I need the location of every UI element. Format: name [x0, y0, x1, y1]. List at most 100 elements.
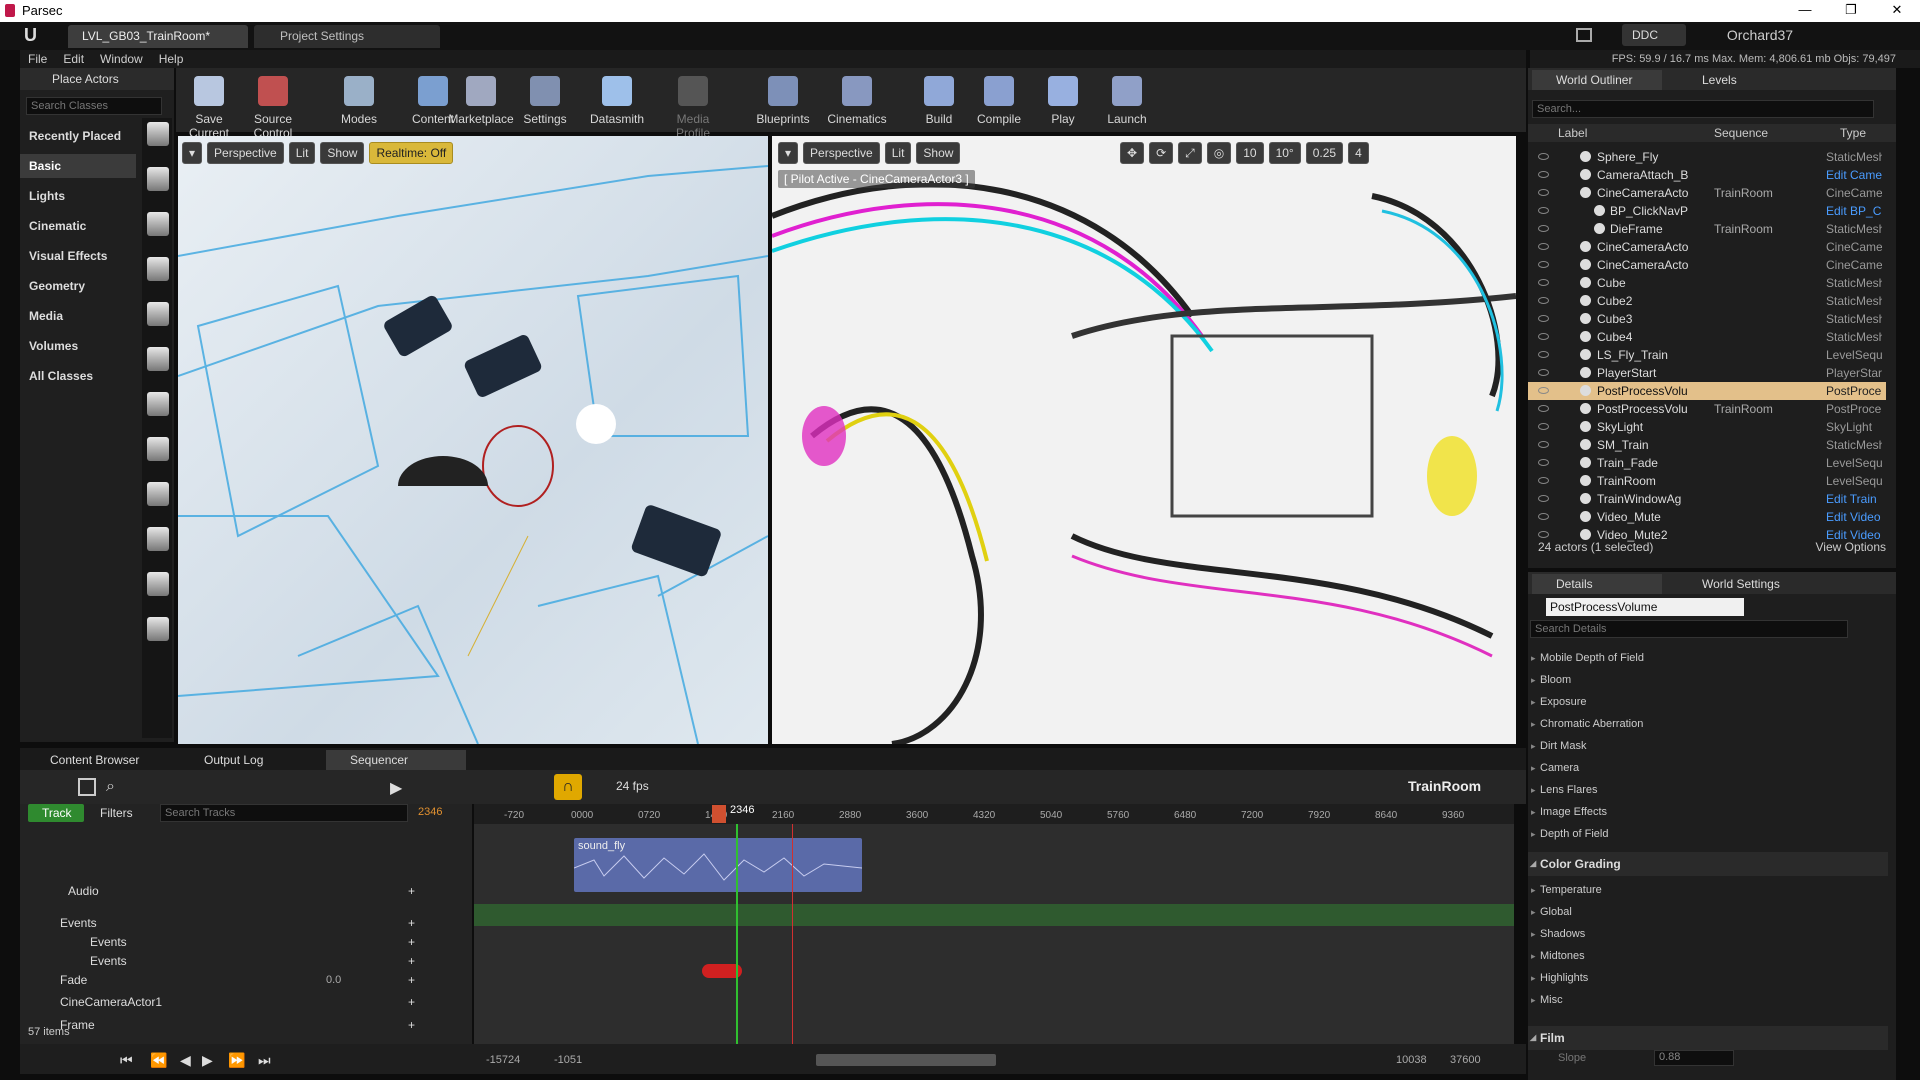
outliner-row[interactable]: CameraAttach_B Edit Came: [1528, 166, 1886, 184]
source-control-button[interactable]: Source Control: [240, 74, 306, 140]
col-sequence[interactable]: Sequence: [1714, 126, 1768, 140]
category-cinematic[interactable]: Cinematic: [20, 214, 136, 238]
viewport-perspective-right[interactable]: ▾ Perspective Lit Show ✥ ⟳ ⤢ ◎ 10 10° 0.…: [772, 136, 1516, 744]
play-icon[interactable]: ▶: [202, 1052, 213, 1069]
compile-button[interactable]: Compile: [966, 74, 1032, 132]
view-options-button[interactable]: View Options: [1816, 536, 1886, 558]
track-row[interactable]: Audio +: [20, 880, 472, 902]
modes-button[interactable]: Modes: [326, 74, 392, 132]
camera-speed-value[interactable]: 4: [1348, 142, 1369, 164]
col-label[interactable]: Label: [1558, 126, 1587, 140]
visibility-eye-icon[interactable]: [1538, 495, 1549, 502]
add-key-icon[interactable]: +: [408, 969, 415, 991]
category-lights[interactable]: Lights: [20, 184, 136, 208]
track-row[interactable]: Frame +: [20, 1014, 472, 1036]
visibility-eye-icon[interactable]: [1538, 369, 1549, 376]
detail-midtones[interactable]: Midtones: [1528, 946, 1888, 966]
outliner-row[interactable]: BP_ClickNavP Edit BP_C: [1528, 202, 1886, 220]
category-film[interactable]: Film: [1528, 1026, 1888, 1050]
play-reverse-icon[interactable]: ◀: [180, 1052, 191, 1069]
close-button[interactable]: ✕: [1874, 0, 1920, 22]
events-track-lane[interactable]: [474, 904, 1514, 926]
scale-snap-value[interactable]: 0.25: [1305, 142, 1344, 164]
outliner-row[interactable]: Cube3 StaticMesh: [1528, 310, 1886, 328]
step-forward-icon[interactable]: ⏩: [228, 1052, 245, 1069]
visibility-eye-icon[interactable]: [1538, 387, 1549, 394]
outliner-row[interactable]: CineCameraActo CineCame: [1528, 238, 1886, 256]
detail-shadows[interactable]: Shadows: [1528, 924, 1888, 944]
viewport-perspective-left[interactable]: ▾ Perspective Lit Show Realtime: Off: [178, 136, 768, 744]
outliner-search-input[interactable]: Search...: [1532, 100, 1874, 118]
detail-camera[interactable]: Camera: [1528, 758, 1888, 778]
play-button[interactable]: Play: [1030, 74, 1096, 132]
actor-type-icon[interactable]: [147, 617, 169, 641]
category-color-grading[interactable]: Color Grading: [1528, 852, 1888, 876]
outliner-row[interactable]: Train_Fade LevelSequ: [1528, 454, 1886, 472]
search-tracks-input[interactable]: Search Tracks: [160, 804, 408, 822]
actor-type-icon[interactable]: [147, 347, 169, 371]
play-options-icon[interactable]: ▶: [390, 778, 402, 798]
track-value[interactable]: 0.0: [326, 969, 341, 991]
view-start[interactable]: -1051: [554, 1054, 582, 1066]
ddc-button[interactable]: DDC: [1622, 24, 1686, 46]
add-key-icon[interactable]: +: [408, 1014, 415, 1036]
actor-type[interactable]: Edit BP_C: [1826, 202, 1882, 220]
save-button[interactable]: Save Current: [176, 74, 242, 140]
range-end[interactable]: 37600: [1450, 1054, 1481, 1066]
outliner-row[interactable]: SM_Train StaticMesh: [1528, 436, 1886, 454]
category-recently-placed[interactable]: Recently Placed: [20, 124, 136, 148]
search-classes-input[interactable]: Search Classes: [26, 97, 162, 115]
detail-lens-flares[interactable]: Lens Flares: [1528, 780, 1888, 800]
outliner-row[interactable]: TrainWindowAg Edit Train: [1528, 490, 1886, 508]
scale-tool-icon[interactable]: ⤢: [1178, 142, 1202, 164]
actor-type-icon[interactable]: [147, 212, 169, 236]
visibility-eye-icon[interactable]: [1538, 441, 1549, 448]
outliner-row[interactable]: Cube2 StaticMesh: [1528, 292, 1886, 310]
outliner-row[interactable]: Video_Mute Edit Video: [1528, 508, 1886, 526]
visibility-eye-icon[interactable]: [1538, 225, 1549, 232]
outliner-row[interactable]: CineCameraActo CineCame: [1528, 256, 1886, 274]
show-button[interactable]: Show: [320, 142, 365, 164]
tab-details[interactable]: Details: [1532, 574, 1662, 594]
tab-level[interactable]: LVL_GB03_TrainRoom*: [68, 25, 248, 48]
actor-type[interactable]: Edit Video: [1826, 508, 1882, 526]
category-visual-effects[interactable]: Visual Effects: [20, 244, 136, 268]
visibility-eye-icon[interactable]: [1538, 513, 1549, 520]
menu-file[interactable]: File: [20, 50, 55, 68]
tab-sequencer[interactable]: Sequencer: [326, 750, 466, 770]
media-profile-button[interactable]: Media Profile: [660, 74, 726, 140]
category-basic[interactable]: Basic: [20, 154, 136, 178]
fps-dropdown[interactable]: 24 fps: [616, 779, 649, 793]
track-row[interactable]: Fade 0.0 +: [20, 969, 472, 991]
actor-type-icon[interactable]: [147, 392, 169, 416]
datasmith-button[interactable]: Datasmith: [584, 74, 650, 132]
world-icon[interactable]: ◎: [1206, 142, 1232, 164]
actor-type-icon[interactable]: [147, 122, 169, 146]
tab-world-settings[interactable]: World Settings: [1678, 574, 1808, 594]
detail-image-effects[interactable]: Image Effects: [1528, 802, 1888, 822]
maximize-button[interactable]: ❐: [1828, 0, 1874, 22]
perspective-button[interactable]: Perspective: [207, 142, 284, 164]
visibility-eye-icon[interactable]: [1538, 315, 1549, 322]
detail-dirt-mask[interactable]: Dirt Mask: [1528, 736, 1888, 756]
outliner-row[interactable]: TrainRoom LevelSequ: [1528, 472, 1886, 490]
slope-value-field[interactable]: 0.88: [1654, 1050, 1734, 1066]
actor-type-icon[interactable]: [147, 572, 169, 596]
category-all-classes[interactable]: All Classes: [20, 364, 136, 388]
actor-name-field[interactable]: PostProcessVolume: [1546, 598, 1744, 616]
filters-button[interactable]: Filters: [100, 804, 133, 822]
actor-type[interactable]: Edit Train: [1826, 490, 1882, 508]
outliner-row[interactable]: Sphere_Fly StaticMesh: [1528, 148, 1886, 166]
col-type[interactable]: Type: [1840, 126, 1866, 140]
playhead-handle[interactable]: [712, 805, 726, 823]
tab-project-settings[interactable]: Project Settings: [254, 25, 440, 48]
visibility-eye-icon[interactable]: [1538, 243, 1549, 250]
detail-exposure[interactable]: Exposure: [1528, 692, 1888, 712]
actor-type-icon[interactable]: [147, 527, 169, 551]
lit-button-right[interactable]: Lit: [884, 142, 912, 164]
rotate-tool-icon[interactable]: ⟳: [1149, 142, 1174, 164]
timeline-scrollbar[interactable]: [816, 1054, 996, 1066]
launch-button[interactable]: Launch: [1094, 74, 1160, 132]
detail-global[interactable]: Global: [1528, 902, 1888, 922]
viewport-options-button-right[interactable]: ▾: [778, 142, 799, 164]
